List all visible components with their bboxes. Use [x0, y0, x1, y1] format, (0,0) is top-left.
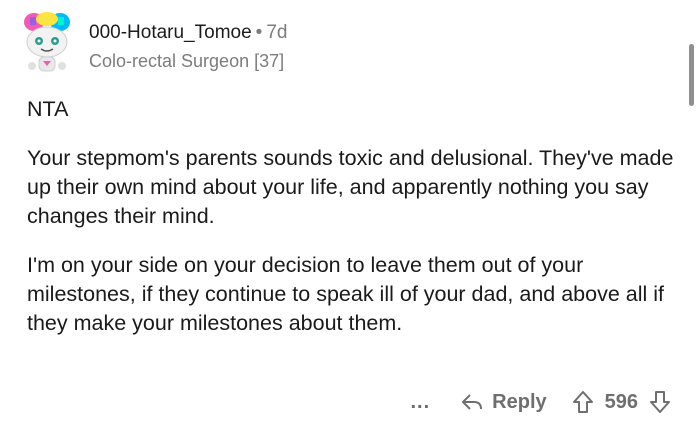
comment-header: 000-Hotaru_Tomoe • 7d [89, 22, 287, 44]
snoo-avatar-icon [24, 12, 70, 72]
user-flair: Colo-rectal Surgeon [37] [89, 51, 285, 71]
comment-body: NTA Your stepmom's parents sounds toxic … [27, 95, 677, 358]
username-link[interactable]: 000-Hotaru_Tomoe [89, 22, 252, 43]
comment-paragraph: I'm on your side on your decision to lea… [27, 253, 665, 335]
vote-score: 596 [604, 390, 638, 413]
user-avatar[interactable] [18, 12, 76, 74]
more-options-button[interactable]: ... [410, 391, 430, 414]
comment-actions: ... Reply 596 [410, 386, 672, 418]
upvote-arrow-icon[interactable] [571, 389, 595, 415]
reply-label: Reply [492, 390, 547, 413]
vote-controls: 596 [571, 389, 672, 415]
scrollbar-thumb[interactable] [689, 44, 694, 106]
reply-arrow-icon [462, 394, 483, 410]
downvote-arrow-icon[interactable] [648, 389, 672, 415]
comment-paragraph: Your stepmom's parents sounds toxic and … [27, 146, 674, 228]
separator-dot: • [255, 22, 263, 43]
comment-paragraph: NTA [27, 97, 69, 121]
reply-button[interactable]: Reply [460, 390, 547, 414]
comment-age: 7d [266, 22, 288, 43]
